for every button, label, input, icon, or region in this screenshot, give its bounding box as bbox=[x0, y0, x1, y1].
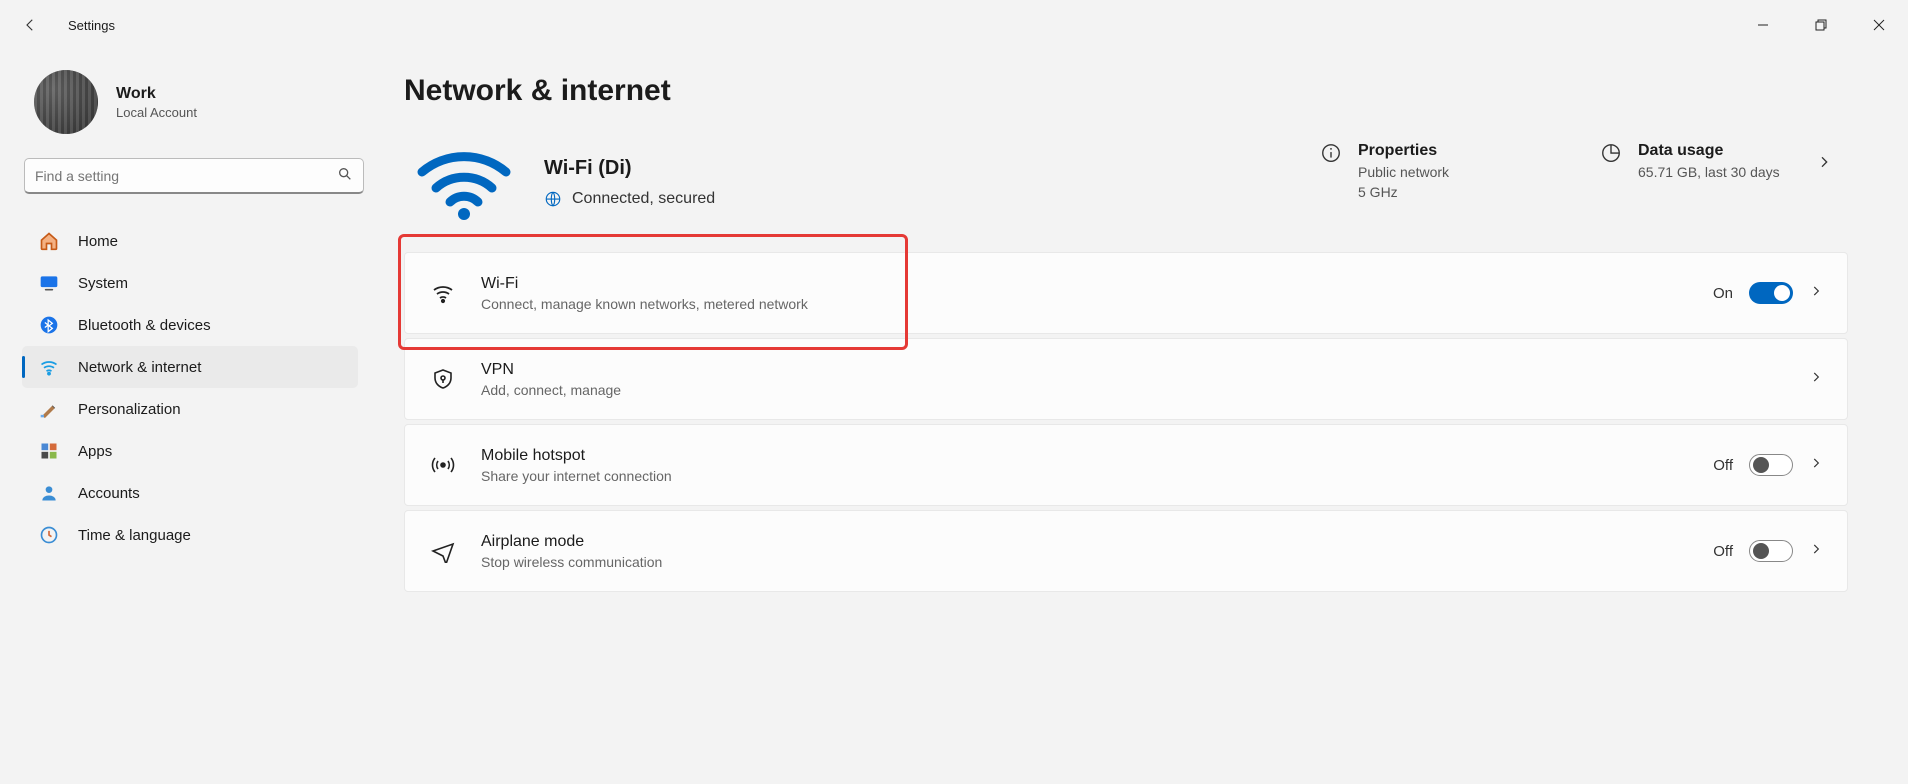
close-button[interactable] bbox=[1850, 0, 1908, 50]
toggle-label: On bbox=[1713, 285, 1733, 302]
data-usage-block[interactable]: Data usage 65.71 GB, last 30 days bbox=[1600, 142, 1800, 180]
hotspot-icon bbox=[429, 453, 457, 477]
network-status: Wi-Fi (Di) Connected, secured Properties… bbox=[404, 136, 1848, 242]
sidebar-item-home[interactable]: Home bbox=[22, 220, 358, 262]
sidebar: Work Local Account Home bbox=[0, 50, 380, 784]
sidebar-item-label: Accounts bbox=[78, 485, 140, 502]
minimize-button[interactable] bbox=[1734, 0, 1792, 50]
row-title: Wi-Fi bbox=[481, 275, 1689, 293]
hotspot-toggle[interactable] bbox=[1749, 454, 1793, 476]
window-controls bbox=[1734, 0, 1908, 50]
apps-icon bbox=[38, 440, 60, 462]
sidebar-nav: Home System Bluetooth & devices Network … bbox=[0, 210, 380, 566]
wifi-ssid: Wi-Fi (Di) bbox=[544, 157, 715, 180]
chevron-right-icon bbox=[1809, 456, 1823, 474]
data-usage-line: 65.71 GB, last 30 days bbox=[1638, 164, 1780, 180]
back-icon[interactable] bbox=[20, 15, 40, 35]
chevron-right-icon bbox=[1809, 542, 1823, 560]
toggle-label: Off bbox=[1713, 543, 1733, 560]
sidebar-item-bluetooth[interactable]: Bluetooth & devices bbox=[22, 304, 358, 346]
info-icon bbox=[1320, 142, 1342, 167]
wifi-toggle[interactable] bbox=[1749, 282, 1793, 304]
search-icon bbox=[337, 166, 353, 185]
titlebar: Settings bbox=[0, 0, 1908, 50]
profile-name: Work bbox=[116, 85, 197, 103]
sidebar-item-personalization[interactable]: Personalization bbox=[22, 388, 358, 430]
system-icon bbox=[38, 272, 60, 294]
wifi-large-icon bbox=[404, 142, 524, 222]
chevron-right-icon bbox=[1809, 370, 1823, 388]
maximize-button[interactable] bbox=[1792, 0, 1850, 50]
toggle-label: Off bbox=[1713, 457, 1733, 474]
properties-block[interactable]: Properties Public network 5 GHz bbox=[1320, 142, 1580, 200]
sidebar-item-label: Apps bbox=[78, 443, 112, 460]
profile-subtitle: Local Account bbox=[116, 105, 197, 120]
data-usage-title: Data usage bbox=[1638, 142, 1780, 160]
row-vpn[interactable]: VPN Add, connect, manage bbox=[404, 338, 1848, 420]
sidebar-item-accounts[interactable]: Accounts bbox=[22, 472, 358, 514]
sidebar-item-label: Network & internet bbox=[78, 359, 201, 376]
vpn-icon bbox=[429, 367, 457, 391]
row-hotspot[interactable]: Mobile hotspot Share your internet conne… bbox=[404, 424, 1848, 506]
row-subtitle: Share your internet connection bbox=[481, 468, 1689, 484]
home-icon bbox=[38, 230, 60, 252]
row-wifi[interactable]: Wi-Fi Connect, manage known networks, me… bbox=[404, 252, 1848, 334]
row-subtitle: Stop wireless communication bbox=[481, 554, 1689, 570]
row-subtitle: Add, connect, manage bbox=[481, 382, 1785, 398]
properties-line1: Public network bbox=[1358, 164, 1449, 180]
sidebar-item-label: Time & language bbox=[78, 527, 191, 544]
sidebar-item-network[interactable]: Network & internet bbox=[22, 346, 358, 388]
page-title: Network & internet bbox=[404, 74, 1848, 108]
connection-state: Connected, secured bbox=[572, 190, 715, 208]
airplane-icon bbox=[429, 539, 457, 563]
chevron-right-icon bbox=[1809, 284, 1823, 302]
wifi-icon bbox=[429, 281, 457, 305]
accounts-icon bbox=[38, 482, 60, 504]
sidebar-item-label: System bbox=[78, 275, 128, 292]
avatar bbox=[34, 70, 98, 134]
status-chevron[interactable] bbox=[1800, 142, 1836, 170]
properties-title: Properties bbox=[1358, 142, 1449, 160]
sidebar-item-apps[interactable]: Apps bbox=[22, 430, 358, 472]
globe-icon bbox=[544, 190, 562, 208]
personalization-icon bbox=[38, 398, 60, 420]
app-title: Settings bbox=[68, 18, 115, 33]
sidebar-item-system[interactable]: System bbox=[22, 262, 358, 304]
sidebar-item-time-language[interactable]: Time & language bbox=[22, 514, 358, 556]
sidebar-item-label: Home bbox=[78, 233, 118, 250]
data-usage-icon bbox=[1600, 142, 1622, 167]
properties-line2: 5 GHz bbox=[1358, 184, 1449, 200]
wifi-icon bbox=[38, 356, 60, 378]
row-title: Airplane mode bbox=[481, 533, 1689, 551]
content: Network & internet Wi-Fi (Di) bbox=[380, 50, 1908, 784]
row-subtitle: Connect, manage known networks, metered … bbox=[481, 296, 1689, 312]
time-language-icon bbox=[38, 524, 60, 546]
profile-block[interactable]: Work Local Account bbox=[0, 70, 380, 158]
sidebar-item-label: Personalization bbox=[78, 401, 181, 418]
row-title: Mobile hotspot bbox=[481, 447, 1689, 465]
search-input-wrap[interactable] bbox=[24, 158, 364, 194]
search-input[interactable] bbox=[35, 168, 337, 184]
row-airplane[interactable]: Airplane mode Stop wireless communicatio… bbox=[404, 510, 1848, 592]
bluetooth-icon bbox=[38, 314, 60, 336]
row-title: VPN bbox=[481, 361, 1785, 379]
airplane-toggle[interactable] bbox=[1749, 540, 1793, 562]
sidebar-item-label: Bluetooth & devices bbox=[78, 317, 211, 334]
